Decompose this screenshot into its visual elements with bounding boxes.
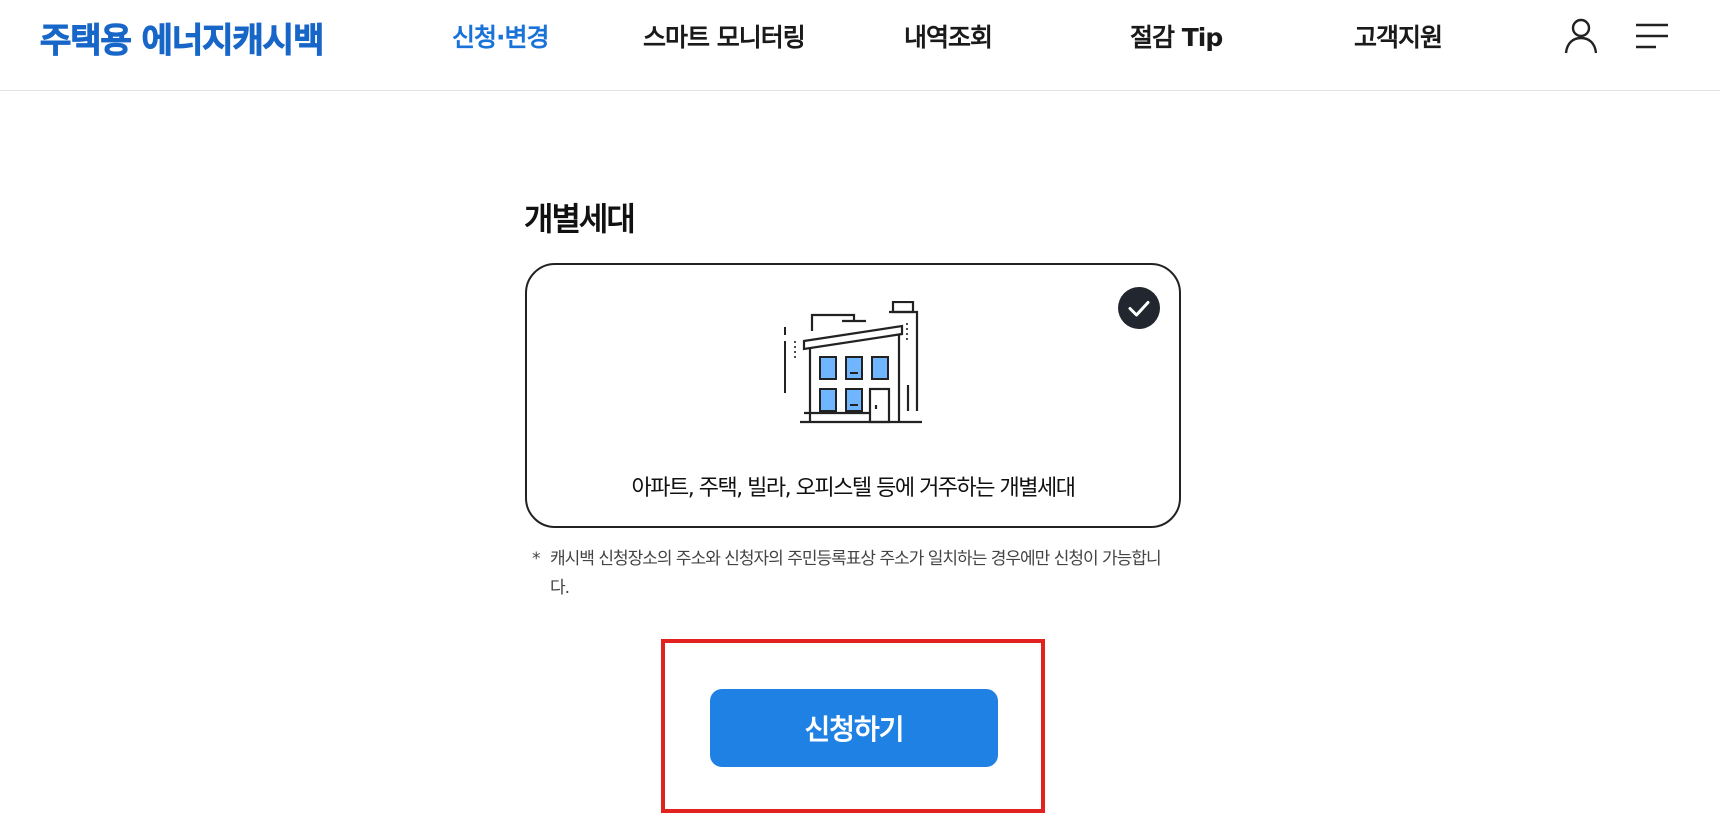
site-logo[interactable]: 주택용 에너지캐시백 <box>39 13 324 62</box>
nav-item-smart-monitoring[interactable]: 스마트 모니터링 <box>643 18 806 54</box>
card-caption: 아파트, 주택, 빌라, 오피스텔 등에 거주하는 개별세대 <box>631 476 1076 501</box>
nav-item-history[interactable]: 내역조회 <box>904 18 993 54</box>
user-icon[interactable] <box>1561 16 1601 56</box>
site-header: 주택용 에너지캐시백 신청·변경 스마트 모니터링 내역조회 절감 Tip 고객… <box>0 0 1720 91</box>
building-icon <box>782 300 928 441</box>
menu-icon[interactable] <box>1632 16 1672 56</box>
nav-item-saving-tips[interactable]: 절감 Tip <box>1130 18 1223 54</box>
apply-button[interactable]: 신청하기 <box>710 689 998 767</box>
eligibility-note: * 캐시백 신청장소의 주소와 신청자의 주민등록표상 주소가 일치하는 경우에… <box>532 545 1172 603</box>
section-title: 개별세대 <box>524 200 636 238</box>
note-asterisk: * <box>532 549 540 569</box>
check-icon <box>1118 287 1160 329</box>
household-type-card[interactable]: 아파트, 주택, 빌라, 오피스텔 등에 거주하는 개별세대 <box>525 263 1181 528</box>
nav-item-apply-change[interactable]: 신청·변경 <box>452 18 549 54</box>
nav-item-customer-support[interactable]: 고객지원 <box>1354 18 1443 54</box>
note-text: 캐시백 신청장소의 주소와 신청자의 주민등록표상 주소가 일치하는 경우에만 … <box>550 549 1162 598</box>
